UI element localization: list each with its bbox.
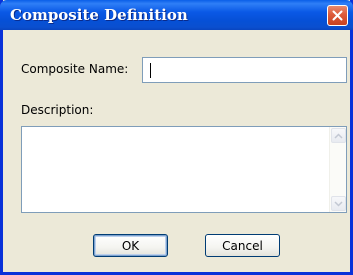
cancel-button[interactable]: Cancel — [205, 234, 280, 257]
description-textarea[interactable] — [21, 126, 347, 213]
scroll-down-button[interactable] — [331, 196, 346, 211]
dialog-window: Composite Definition Composite Name: Des… — [0, 0, 353, 275]
composite-name-label: Composite Name: — [21, 62, 129, 76]
vertical-scrollbar[interactable] — [329, 127, 346, 212]
close-button[interactable] — [327, 5, 348, 26]
dialog-body: Composite Name: Description: OK Cancel — [3, 30, 350, 272]
text-caret — [150, 63, 151, 78]
ok-button[interactable]: OK — [93, 234, 168, 257]
scroll-up-button[interactable] — [331, 128, 346, 143]
chevron-up-icon — [334, 132, 343, 139]
composite-name-input[interactable] — [142, 57, 347, 83]
close-icon — [332, 10, 343, 21]
description-label: Description: — [21, 103, 94, 117]
chevron-down-icon — [334, 200, 343, 207]
title-bar[interactable]: Composite Definition — [0, 0, 353, 30]
window-title: Composite Definition — [10, 6, 188, 24]
